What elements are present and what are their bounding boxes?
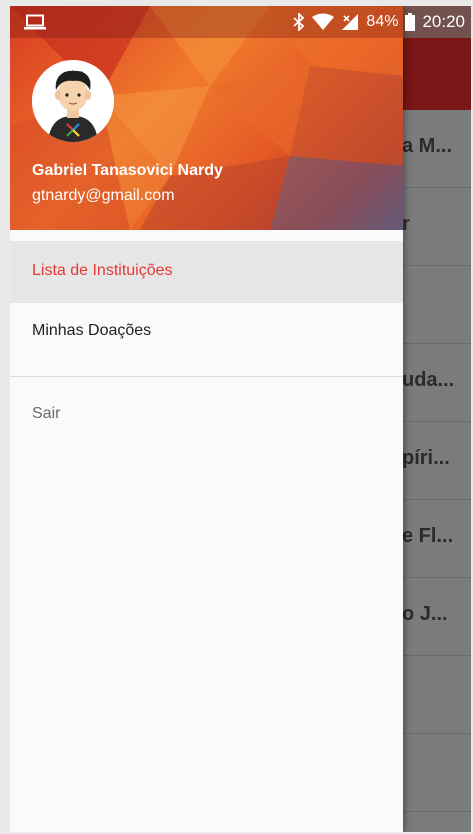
status-bar: 84% 20:20 [10,6,471,38]
status-icons: 84% 20:20 [293,6,465,38]
user-name: Gabriel Tanasovici Nardy [32,162,223,179]
battery-percent: 84% [366,13,399,30]
list-item-label: r [402,213,410,235]
menu-item-lista-de-instituicoes[interactable]: Lista de Instituições [10,241,403,303]
menu-item-label: Sair [32,405,61,422]
user-avatar-illustration [32,60,114,142]
list-item-label: o J... [402,603,448,625]
drawer-menu: Lista de Instituições Minhas Doações Sai… [10,241,403,439]
menu-item-label: Minhas Doações [32,322,152,339]
list-item-label: e Fl... [402,525,454,547]
menu-item-minhas-doacoes[interactable]: Minhas Doações [10,303,403,376]
clock: 20:20 [422,12,465,31]
drawer-header: Gabriel Tanasovici Nardy gtnardy@gmail.c… [10,6,403,230]
avatar[interactable] [32,60,114,142]
list-item-label: a M... [402,135,453,157]
menu-item-label: Lista de Instituições [32,262,173,279]
signal-icon [342,14,359,30]
battery-icon [405,13,416,31]
navigation-drawer: Gabriel Tanasovici Nardy gtnardy@gmail.c… [10,6,403,832]
wifi-icon [312,13,335,30]
bluetooth-icon [293,13,305,31]
list-item-label: uda... [402,369,455,391]
list-item-label: píri... [402,447,450,469]
menu-item-sair[interactable]: Sair [10,377,403,439]
screen: a M... r uda... píri... e Fl... o J... G… [10,6,471,832]
laptop-icon [24,14,46,30]
user-email: gtnardy@gmail.com [32,187,175,204]
